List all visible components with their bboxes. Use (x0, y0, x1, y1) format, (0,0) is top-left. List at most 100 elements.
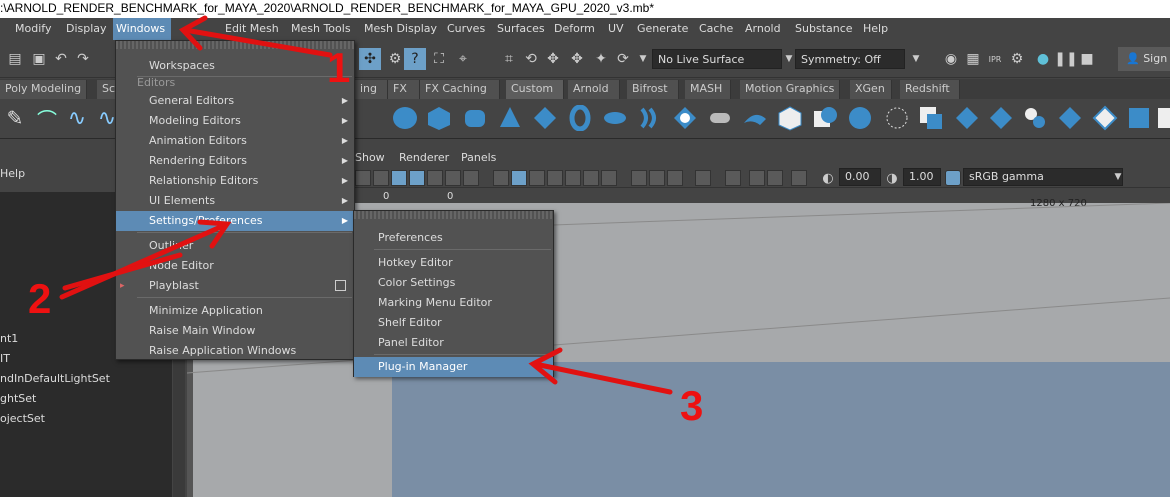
snap-curve-icon[interactable]: ⚙ (384, 48, 406, 70)
tab-custom[interactable]: Custom (506, 80, 564, 99)
move-icon[interactable]: ✥ (566, 48, 588, 70)
menu-curves[interactable]: Curves (444, 18, 488, 40)
gear-shape-icon[interactable] (740, 103, 770, 133)
select-icon[interactable]: ⌗ (498, 48, 520, 70)
aa-icon[interactable] (649, 170, 665, 186)
menu-arnold[interactable]: Arnold (742, 18, 784, 40)
combine-icon[interactable] (810, 103, 840, 133)
tab-fx[interactable]: FX (388, 80, 420, 99)
menu-substance[interactable]: Substance (792, 18, 856, 40)
snap-grid-icon[interactable]: ✣ (359, 48, 381, 70)
tab-xgen[interactable]: XGen (850, 80, 892, 99)
color-management-icon[interactable] (945, 170, 961, 186)
menu-item-color-settings[interactable]: Color Settings (354, 273, 553, 293)
menu-item-preferences[interactable]: Preferences (354, 228, 553, 248)
textured-icon[interactable] (547, 170, 563, 186)
menu-item-rendering-editors[interactable]: Rendering Editors ▶ (116, 151, 354, 171)
menu-mesh-display[interactable]: Mesh Display (361, 18, 440, 40)
sphere-icon[interactable] (390, 103, 420, 133)
stop-icon[interactable]: ■ (1076, 48, 1098, 70)
menu-renderer[interactable]: Renderer (399, 151, 449, 164)
tab-sculpting[interactable]: Sc (97, 80, 117, 99)
bezier-icon[interactable]: ∿ (62, 103, 92, 133)
tab-redshift[interactable]: Redshift (900, 80, 960, 99)
menu-panels[interactable]: Panels (461, 151, 496, 164)
list-item[interactable]: IT (0, 352, 10, 365)
tab-mash[interactable]: MASH (685, 80, 731, 99)
menu-edit-mesh[interactable]: Edit Mesh (222, 18, 282, 40)
dotted-circle-icon[interactable] (882, 103, 912, 133)
menu-show[interactable]: Show (355, 151, 385, 164)
menu-item-settings-preferences[interactable]: Settings/Preferences ▶ (116, 211, 354, 231)
bevel-icon[interactable] (952, 103, 982, 133)
pause-icon[interactable]: ❚❚ (1054, 48, 1077, 70)
cone-icon[interactable] (495, 103, 525, 133)
outliner-help-menu[interactable]: Help (0, 167, 25, 180)
menu-item-modeling-editors[interactable]: Modeling Editors ▶ (116, 111, 354, 131)
menu-item-relationship-editors[interactable]: Relationship Editors ▶ (116, 171, 354, 191)
render-settings-icon[interactable]: ⚙ (1006, 48, 1028, 70)
extrude-icon[interactable] (1020, 103, 1050, 133)
menu-item-general-editors[interactable]: General Editors ▶ (116, 91, 354, 111)
snap-view-icon[interactable]: ⌖ (452, 48, 474, 70)
symmetry-field[interactable]: Symmetry: Off (795, 49, 905, 69)
gamma-field[interactable]: 1.00 (903, 168, 941, 186)
menu-set-icon[interactable]: ▤ (4, 48, 26, 70)
menu-item-outliner[interactable]: Outliner (116, 236, 354, 256)
tab-bifrost[interactable]: Bifrost (627, 80, 679, 99)
soccer-ball-icon[interactable] (670, 103, 700, 133)
film-gate-icon[interactable] (373, 170, 389, 186)
list-item[interactable]: nt1 (0, 332, 18, 345)
menu-tearoff[interactable] (116, 41, 354, 49)
arnold-render-icon[interactable]: ● (1032, 48, 1054, 70)
ep-curve-icon[interactable]: ⌒ (32, 103, 62, 133)
render-view-icon[interactable]: ◉ (940, 48, 962, 70)
safe-action-icon[interactable] (427, 170, 443, 186)
sign-in-button[interactable]: 👤 Sign (1118, 47, 1170, 71)
menu-deform[interactable]: Deform (551, 18, 598, 40)
tab-fx-caching[interactable]: FX Caching (420, 80, 500, 99)
isolate-icon[interactable] (695, 170, 711, 186)
pipe-icon[interactable] (705, 103, 735, 133)
list-item[interactable]: ojectSet (0, 412, 45, 425)
menu-item-ui-elements[interactable]: UI Elements ▶ (116, 191, 354, 211)
chevron-down-icon[interactable]: ▼ (1107, 166, 1129, 188)
list-item[interactable]: ghtSet (0, 392, 36, 405)
menu-help[interactable]: Help (860, 18, 891, 40)
lighting-icon[interactable] (565, 170, 581, 186)
scale-icon[interactable]: ⟳ (612, 48, 634, 70)
snap-point-icon[interactable]: ⛶ (428, 48, 450, 70)
platonic-icon[interactable] (775, 103, 805, 133)
default-material-icon[interactable] (529, 170, 545, 186)
menu-item-playblast[interactable]: ▸ Playblast (116, 276, 354, 296)
menu-generate[interactable]: Generate (634, 18, 691, 40)
plane-icon[interactable] (530, 103, 560, 133)
toggle-icon[interactable] (791, 170, 807, 186)
menu-item-plugin-manager[interactable]: Plug-in Manager (354, 357, 553, 377)
menu-cache[interactable]: Cache (696, 18, 736, 40)
text-icon[interactable] (463, 170, 479, 186)
menu-item-marking-menu-editor[interactable]: Marking Menu Editor (354, 293, 553, 313)
bridge-icon[interactable] (986, 103, 1016, 133)
cube-icon[interactable] (424, 103, 454, 133)
menu-item-hotkey-editor[interactable]: Hotkey Editor (354, 253, 553, 273)
menu-mesh-tools[interactable]: Mesh Tools (288, 18, 354, 40)
render-frame-icon[interactable]: ▦ (962, 48, 984, 70)
boolean-icon[interactable] (916, 103, 946, 133)
resolution-gate-icon[interactable] (355, 170, 371, 186)
option-box-icon[interactable] (335, 280, 346, 291)
fill-hole-icon[interactable] (1090, 103, 1120, 133)
tab-rendering[interactable]: ing (355, 80, 388, 99)
menu-tearoff[interactable] (354, 211, 553, 219)
tab-motion-graphics[interactable]: Motion Graphics (740, 80, 840, 99)
live-surface-field[interactable]: No Live Surface (652, 49, 782, 69)
menu-uv[interactable]: UV (605, 18, 627, 40)
menu-item-minimize-application[interactable]: Minimize Application (116, 301, 354, 321)
tab-arnold[interactable]: Arnold (568, 80, 620, 99)
ipr-icon[interactable]: IPR (984, 48, 1006, 70)
xray-active-icon[interactable] (767, 170, 783, 186)
helix-icon[interactable] (634, 103, 664, 133)
depth-of-field-icon[interactable] (667, 170, 683, 186)
lasso-icon[interactable]: ⟲ (520, 48, 542, 70)
cylinder-icon[interactable] (460, 103, 490, 133)
